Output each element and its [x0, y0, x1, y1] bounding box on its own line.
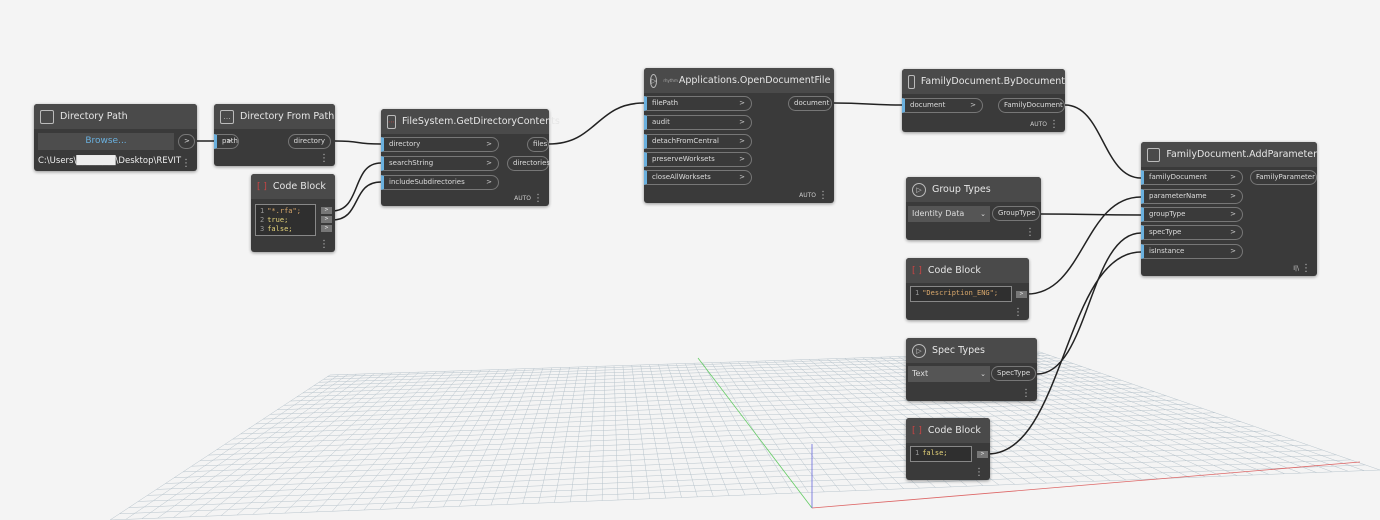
output-port-family-parameter[interactable]: FamilyParameter: [1250, 170, 1317, 185]
code-block-icon: [ ]: [912, 425, 922, 436]
output-port-directories[interactable]: directories: [507, 156, 550, 171]
output-port-group-type[interactable]: GroupType: [992, 206, 1040, 221]
node-spec-types[interactable]: ▷ Spec Types Text ⌄ SpecType ⋮: [906, 338, 1037, 401]
node-title: FileSystem.GetDirectoryContents: [402, 116, 560, 127]
node-open-document-file[interactable]: ▷ rhythm Applications.OpenDocumentFile fil…: [644, 68, 834, 203]
input-port-close-all-worksets[interactable]: closeAllWorksets: [644, 170, 752, 185]
package-prefix: rhythm: [663, 78, 678, 83]
node-title: Code Block: [272, 181, 326, 192]
input-port-path[interactable]: path: [214, 134, 239, 149]
browse-button[interactable]: Browse...: [38, 133, 174, 150]
node-title: Group Types: [932, 184, 991, 195]
code-block-icon: [ ]: [257, 181, 267, 192]
menu-icon[interactable]: ⋮: [1021, 388, 1031, 399]
wire: [1040, 213, 1142, 216]
wire: [334, 140, 382, 145]
output-port-files[interactable]: files: [527, 137, 549, 152]
input-port-family-document[interactable]: familyDocument: [1141, 170, 1243, 185]
node-group-types[interactable]: ▷ Group Types Identity Data ⌄ GroupType ⋮: [906, 177, 1041, 240]
node-title: FamilyDocument.ByDocument: [920, 76, 1065, 87]
node-title: Directory Path: [60, 111, 128, 122]
output-port-1[interactable]: >: [321, 207, 332, 214]
menu-icon[interactable]: ⋮: [181, 158, 191, 169]
menu-icon[interactable]: ⋮: [319, 153, 329, 164]
output-port-directory[interactable]: directory: [287, 134, 331, 149]
document-icon: [908, 74, 915, 89]
menu-icon[interactable]: ⋮: [319, 239, 329, 250]
input-port-search-string[interactable]: searchString: [381, 156, 499, 171]
menu-icon[interactable]: ⋮: [533, 193, 543, 204]
node-directory-path[interactable]: Directory Path Browse... > C:\Users\████…: [34, 104, 197, 171]
wire: [548, 102, 645, 145]
menu-icon[interactable]: ⋮: [974, 467, 984, 478]
input-port-include-subdirectories[interactable]: includeSubdirectories: [381, 175, 499, 190]
menu-icon[interactable]: ⋮: [1049, 119, 1059, 130]
node-code-block-3[interactable]: [ ] Code Block 1 false; > ⋮: [906, 418, 990, 480]
output-port-family-document[interactable]: FamilyDocument: [998, 98, 1065, 113]
chevron-down-icon: ⌄: [980, 210, 986, 218]
node-title: Directory From Path: [240, 111, 335, 122]
input-port-spec-type[interactable]: specType: [1141, 225, 1243, 240]
code-block-icon: [ ]: [912, 265, 922, 276]
wire: [1036, 232, 1142, 375]
node-family-document-add-parameter[interactable]: FamilyDocument.AddParameter familyDocume…: [1141, 142, 1317, 276]
output-port-document[interactable]: document: [788, 96, 832, 111]
folder-icon: [40, 109, 54, 124]
input-port-preserve-worksets[interactable]: preserveWorksets: [644, 152, 752, 167]
chevron-down-icon: ⌄: [980, 370, 986, 378]
wire: [331, 162, 382, 212]
code-editor[interactable]: 1 "Description_ENG";: [910, 286, 1012, 302]
input-port-document[interactable]: document: [902, 98, 983, 113]
node-title: Applications.OpenDocumentFile: [678, 75, 831, 86]
menu-icon[interactable]: ⋮: [1301, 263, 1311, 274]
input-port-group-type[interactable]: groupType: [1141, 207, 1243, 222]
node-family-document-by-document[interactable]: FamilyDocument.ByDocument document Famil…: [902, 69, 1065, 132]
input-port-is-instance[interactable]: isInstance: [1141, 244, 1243, 259]
path-value: C:\Users\██████\Desktop\REVIT: [38, 156, 182, 166]
output-port[interactable]: >: [1016, 291, 1027, 298]
input-port-parameter-name[interactable]: parameterName: [1141, 189, 1243, 204]
node-get-directory-contents[interactable]: ⋯ FileSystem.GetDirectoryContents directo…: [381, 109, 560, 206]
code-editor[interactable]: 1 "*.rfa"; 2 true; 3 false;: [255, 204, 316, 236]
output-port-3[interactable]: >: [321, 225, 332, 232]
node-directory-from-path[interactable]: … Directory From Path path directory ⋮: [214, 104, 335, 166]
directory-icon: …: [220, 109, 234, 124]
document-icon: [1147, 147, 1161, 162]
node-code-block-1[interactable]: [ ] Code Block 1 "*.rfa"; 2 true; 3 false; >…: [251, 174, 335, 252]
lacing-label[interactable]: AUTO: [514, 195, 531, 202]
rhythm-package-icon: ▷: [650, 73, 658, 88]
input-port-audit[interactable]: audit: [644, 115, 752, 130]
dropdown-node-icon: ▷: [912, 343, 926, 358]
node-title: Spec Types: [932, 345, 985, 356]
output-port[interactable]: >: [178, 134, 195, 149]
input-port-directory[interactable]: directory: [381, 137, 499, 152]
dropdown-node-icon: ▷: [912, 182, 926, 197]
output-port-spec-type[interactable]: SpecType: [991, 366, 1036, 381]
output-port-2[interactable]: >: [321, 216, 332, 223]
lacing-label[interactable]: AUTO: [1030, 121, 1047, 128]
input-port-file-path[interactable]: filePath: [644, 96, 752, 111]
node-code-block-2[interactable]: [ ] Code Block 1 "Description_ENG"; > ⋮: [906, 258, 1029, 320]
menu-icon[interactable]: ⋮: [1025, 227, 1035, 238]
grid-icon: ⋯: [387, 114, 396, 129]
node-title: Code Block: [927, 265, 981, 276]
node-title: Code Block: [927, 425, 981, 436]
menu-icon[interactable]: ⋮: [1013, 307, 1023, 318]
input-port-detach-from-central[interactable]: detachFromCentral: [644, 134, 752, 149]
lacing-label[interactable]: AUTO: [799, 192, 816, 199]
group-type-dropdown[interactable]: Identity Data ⌄: [908, 206, 990, 222]
node-title: FamilyDocument.AddParameter: [1166, 149, 1317, 160]
output-port[interactable]: >: [977, 451, 988, 458]
wire: [1026, 196, 1142, 295]
lacing-label[interactable]: I|\: [1293, 265, 1299, 272]
wire: [1064, 104, 1142, 179]
code-editor[interactable]: 1 false;: [910, 446, 972, 462]
menu-icon[interactable]: ⋮: [818, 190, 828, 201]
spec-type-dropdown[interactable]: Text ⌄: [908, 366, 990, 382]
wire: [833, 102, 903, 106]
